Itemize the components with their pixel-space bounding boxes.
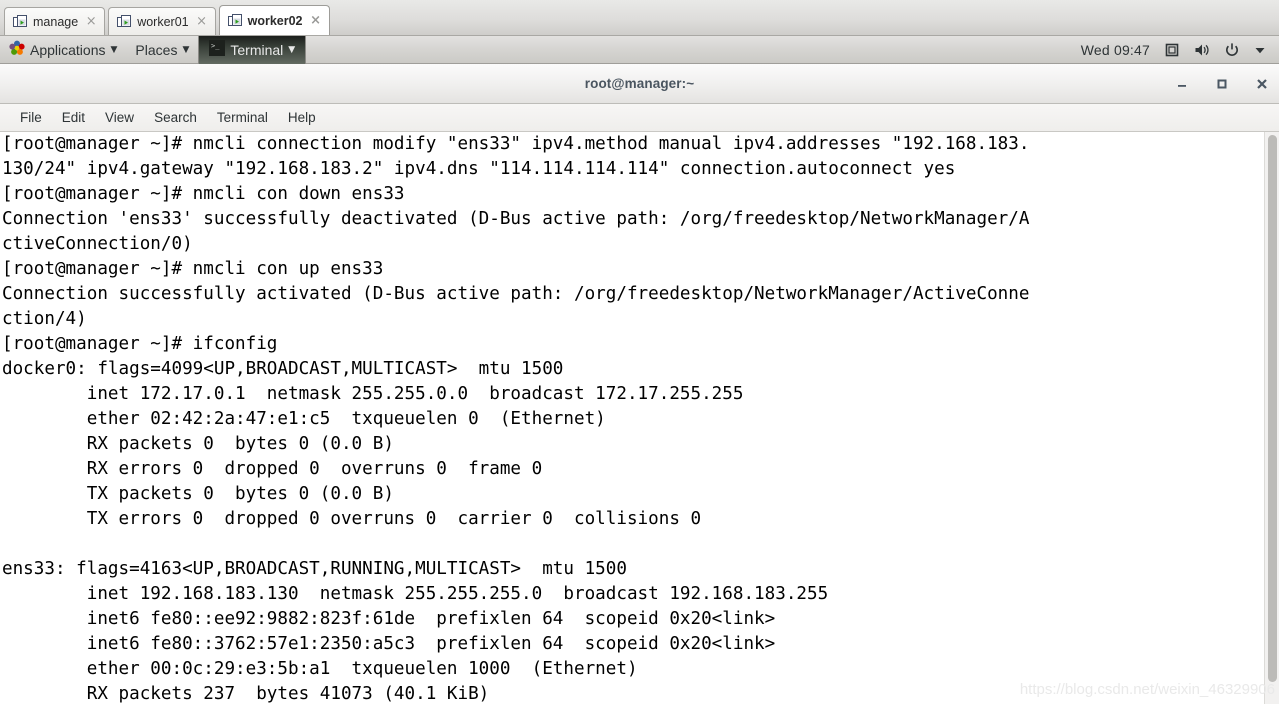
- chevron-down-icon: ▼: [182, 45, 190, 55]
- terminal-window: root@manager:~ File Edit View Search Ter…: [0, 64, 1279, 704]
- terminal-line: RX errors 0 dropped 0 overruns 0 frame 0: [2, 459, 543, 479]
- power-icon[interactable]: [1217, 36, 1247, 64]
- terminal-line: ether 02:42:2a:47:e1:c5 txqueuelen 0 (Et…: [2, 409, 606, 429]
- volume-icon[interactable]: [1187, 36, 1217, 64]
- vm-tab-worker01[interactable]: worker01 ×: [108, 7, 216, 35]
- vm-tab-icon: [227, 13, 242, 28]
- terminal-line: inet 172.17.0.1 netmask 255.255.0.0 broa…: [2, 384, 744, 404]
- terminal-icon: >_: [209, 40, 226, 59]
- menu-places[interactable]: Places ▼: [126, 36, 198, 64]
- terminal-line: ens33: flags=4163<UP,BROADCAST,RUNNING,M…: [2, 559, 627, 579]
- terminal-line: ction/4): [2, 309, 87, 329]
- terminal-line: inet6 fe80::3762:57e1:2350:a5c3 prefixle…: [2, 634, 776, 654]
- vm-tab-icon: [117, 14, 132, 29]
- menu-terminal[interactable]: Terminal: [207, 104, 278, 132]
- menu-view[interactable]: View: [95, 104, 144, 132]
- window-button-terminal[interactable]: >_ Terminal ▼: [198, 35, 307, 64]
- menu-applications-label: Applications: [30, 41, 106, 58]
- terminal-titlebar[interactable]: root@manager:~: [0, 64, 1279, 104]
- terminal-line: docker0: flags=4099<UP,BROADCAST,MULTICA…: [2, 359, 564, 379]
- window-controls: [1175, 64, 1269, 104]
- network-icon[interactable]: [1157, 36, 1187, 64]
- terminal-output[interactable]: [root@manager ~]# nmcli connection modif…: [0, 132, 1264, 704]
- menu-file[interactable]: File: [10, 104, 52, 132]
- svg-text:>_: >_: [211, 42, 220, 50]
- vm-tab-manage[interactable]: manage ×: [4, 7, 106, 35]
- close-icon[interactable]: ×: [195, 15, 209, 29]
- terminal-line: inet6 fe80::ee92:9882:823f:61de prefixle…: [2, 609, 776, 629]
- close-icon[interactable]: ×: [309, 14, 323, 28]
- window-title: root@manager:~: [584, 76, 695, 91]
- terminal-line: RX packets 237 bytes 41073 (40.1 KiB): [2, 684, 490, 704]
- menu-help[interactable]: Help: [278, 104, 326, 132]
- menu-places-label: Places: [135, 41, 178, 58]
- terminal-line: TX errors 0 dropped 0 overruns 0 carrier…: [2, 509, 702, 529]
- terminal-line: TX packets 0 bytes 0 (0.0 B): [2, 484, 394, 504]
- terminal-line: RX packets 0 bytes 0 (0.0 B): [2, 434, 394, 454]
- scrollbar-thumb[interactable]: [1268, 135, 1277, 682]
- terminal-line: [root@manager ~]# nmcli con down ens33: [2, 184, 405, 204]
- menu-search[interactable]: Search: [144, 104, 207, 132]
- chevron-down-icon: ▼: [110, 45, 118, 55]
- applications-flower-icon: [9, 40, 25, 59]
- vm-tab-label: manage: [33, 14, 79, 29]
- terminal-body: [root@manager ~]# nmcli connection modif…: [0, 132, 1279, 704]
- panel-status-area: Wed 09:47: [1074, 36, 1279, 64]
- close-icon[interactable]: ×: [84, 15, 98, 29]
- menu-applications[interactable]: Applications ▼: [0, 36, 126, 64]
- minimize-button[interactable]: [1175, 77, 1189, 91]
- terminal-line: Connection successfully activated (D-Bus…: [2, 284, 1030, 304]
- terminal-line: [root@manager ~]# nmcli con up ens33: [2, 259, 384, 279]
- vm-tab-label: worker01: [137, 14, 189, 29]
- terminal-line: inet 192.168.183.130 netmask 255.255.255…: [2, 584, 829, 604]
- vm-tab-label: worker02: [247, 13, 303, 28]
- close-button[interactable]: [1255, 77, 1269, 91]
- chevron-down-icon[interactable]: [1247, 36, 1273, 64]
- terminal-line: Connection 'ens33' successfully deactiva…: [2, 209, 1030, 229]
- panel-clock[interactable]: Wed 09:47: [1074, 36, 1157, 64]
- vm-tab-worker02[interactable]: worker02 ×: [218, 5, 330, 35]
- terminal-line: 130/24" ipv4.gateway "192.168.183.2" ipv…: [2, 159, 956, 179]
- terminal-line: [root@manager ~]# nmcli connection modif…: [2, 134, 1030, 154]
- terminal-scrollbar[interactable]: [1264, 132, 1279, 704]
- maximize-button[interactable]: [1215, 77, 1229, 91]
- menu-edit[interactable]: Edit: [52, 104, 95, 132]
- vm-tab-strip: manage × worker01 × worker02 ×: [0, 0, 1279, 36]
- window-button-terminal-label: Terminal: [230, 41, 284, 58]
- vm-tab-icon: [13, 14, 27, 29]
- terminal-menubar: File Edit View Search Terminal Help: [0, 104, 1279, 132]
- terminal-line: ether 00:0c:29:e3:5b:a1 txqueuelen 1000 …: [2, 659, 638, 679]
- gnome-top-panel: Applications ▼ Places ▼ >_ Terminal ▼ We…: [0, 35, 1279, 64]
- terminal-line: ctiveConnection/0): [2, 234, 193, 254]
- chevron-down-icon: ▼: [288, 45, 296, 55]
- terminal-line: [root@manager ~]# ifconfig: [2, 334, 278, 354]
